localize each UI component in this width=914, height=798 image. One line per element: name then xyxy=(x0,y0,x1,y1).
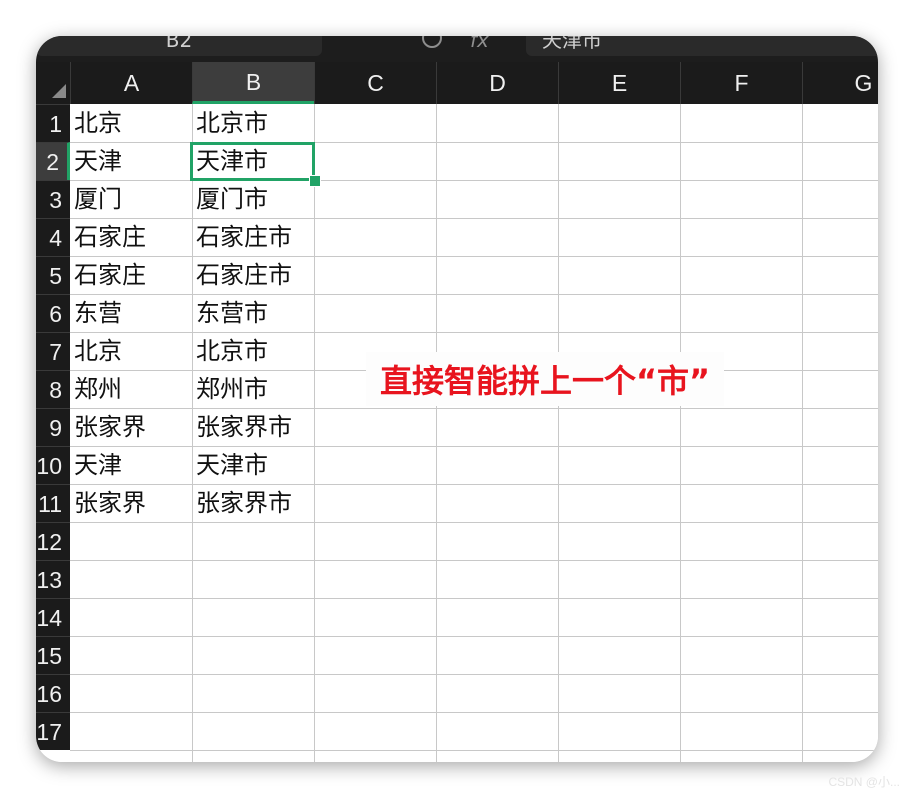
column-header-f[interactable]: F xyxy=(680,62,802,104)
cell-a5[interactable]: 石家庄 xyxy=(70,256,192,294)
row-header-8[interactable]: 8 xyxy=(36,370,70,408)
select-all-icon xyxy=(52,84,66,98)
row-header-7[interactable]: 7 xyxy=(36,332,70,370)
spreadsheet-window: B2 fx 天津市 ABCDEFG 1 2 3 4 5 6 7 8 9 10 11 12 13 14 15 1… xyxy=(36,36,878,762)
row-header-10[interactable]: 10 xyxy=(36,446,70,484)
column-header-c[interactable]: C xyxy=(314,62,436,104)
spreadsheet-grid[interactable]: ABCDEFG 1 2 3 4 5 6 7 8 9 10 11 12 13 14 15 16 17 北京 北京市天… xyxy=(36,62,878,762)
select-all-corner[interactable] xyxy=(36,62,70,104)
formula-input[interactable]: 天津市 xyxy=(526,36,878,56)
grid-row-line xyxy=(70,712,878,713)
grid-column-line xyxy=(558,104,559,762)
fx-label[interactable]: fx xyxy=(470,36,489,52)
name-box[interactable]: B2 xyxy=(36,36,322,56)
row-header-11[interactable]: 11 xyxy=(36,484,70,522)
cell-b4[interactable]: 石家庄市 xyxy=(192,218,314,256)
function-zone: fx xyxy=(416,36,516,56)
row-header-12[interactable]: 12 xyxy=(36,522,70,560)
cell-a7[interactable]: 北京 xyxy=(70,332,192,370)
column-header-g[interactable]: G xyxy=(802,62,878,104)
cell-b7[interactable]: 北京市 xyxy=(192,332,314,370)
column-header-a[interactable]: A xyxy=(70,62,192,104)
grid-row-line xyxy=(70,750,878,751)
cell-b11[interactable]: 张家界市 xyxy=(192,484,314,522)
row-header-3[interactable]: 3 xyxy=(36,180,70,218)
row-header-6[interactable]: 6 xyxy=(36,294,70,332)
cell-b3[interactable]: 厦门市 xyxy=(192,180,314,218)
search-icon[interactable] xyxy=(422,36,442,48)
cell-b9[interactable]: 张家界市 xyxy=(192,408,314,446)
row-header-13[interactable]: 13 xyxy=(36,560,70,598)
fill-handle[interactable] xyxy=(309,175,321,187)
cell-a10[interactable]: 天津 xyxy=(70,446,192,484)
watermark: CSDN @小... xyxy=(828,775,900,789)
column-header-e[interactable]: E xyxy=(558,62,680,104)
row-header-2[interactable]: 2 xyxy=(36,142,70,180)
active-cell-border xyxy=(190,142,315,181)
row-header-4[interactable]: 4 xyxy=(36,218,70,256)
grid-row-line xyxy=(70,598,878,599)
row-header-1[interactable]: 1 xyxy=(36,104,70,142)
annotation-callout: 直接智能拼上一个“市” xyxy=(366,352,725,406)
cell-b5[interactable]: 石家庄市 xyxy=(192,256,314,294)
cell-a6[interactable]: 东营 xyxy=(70,294,192,332)
grid-column-line xyxy=(802,104,803,762)
cell-a3[interactable]: 厦门 xyxy=(70,180,192,218)
cell-a11[interactable]: 张家界 xyxy=(70,484,192,522)
column-header-b[interactable]: B xyxy=(192,62,314,104)
cell-a9[interactable]: 张家界 xyxy=(70,408,192,446)
grid-column-line xyxy=(314,104,315,762)
cell-b8[interactable]: 郑州市 xyxy=(192,370,314,408)
cell-b10[interactable]: 天津市 xyxy=(192,446,314,484)
grid-column-line xyxy=(436,104,437,762)
row-header-14[interactable]: 14 xyxy=(36,598,70,636)
cell-a4[interactable]: 石家庄 xyxy=(70,218,192,256)
cell-a8[interactable]: 郑州 xyxy=(70,370,192,408)
cell-b1[interactable]: 北京市 xyxy=(192,104,314,142)
grid-column-line xyxy=(680,104,681,762)
cell-b6[interactable]: 东营市 xyxy=(192,294,314,332)
grid-row-line xyxy=(70,522,878,523)
row-header-5[interactable]: 5 xyxy=(36,256,70,294)
cell-a2[interactable]: 天津 xyxy=(70,142,192,180)
row-header-9[interactable]: 9 xyxy=(36,408,70,446)
column-header-d[interactable]: D xyxy=(436,62,558,104)
row-header-16[interactable]: 16 xyxy=(36,674,70,712)
cell-a1[interactable]: 北京 xyxy=(70,104,192,142)
grid-row-line xyxy=(70,560,878,561)
formula-bar: B2 fx 天津市 xyxy=(36,36,878,62)
row-header-15[interactable]: 15 xyxy=(36,636,70,674)
grid-row-line xyxy=(70,674,878,675)
grid-row-line xyxy=(70,636,878,637)
row-header-17[interactable]: 17 xyxy=(36,712,70,750)
